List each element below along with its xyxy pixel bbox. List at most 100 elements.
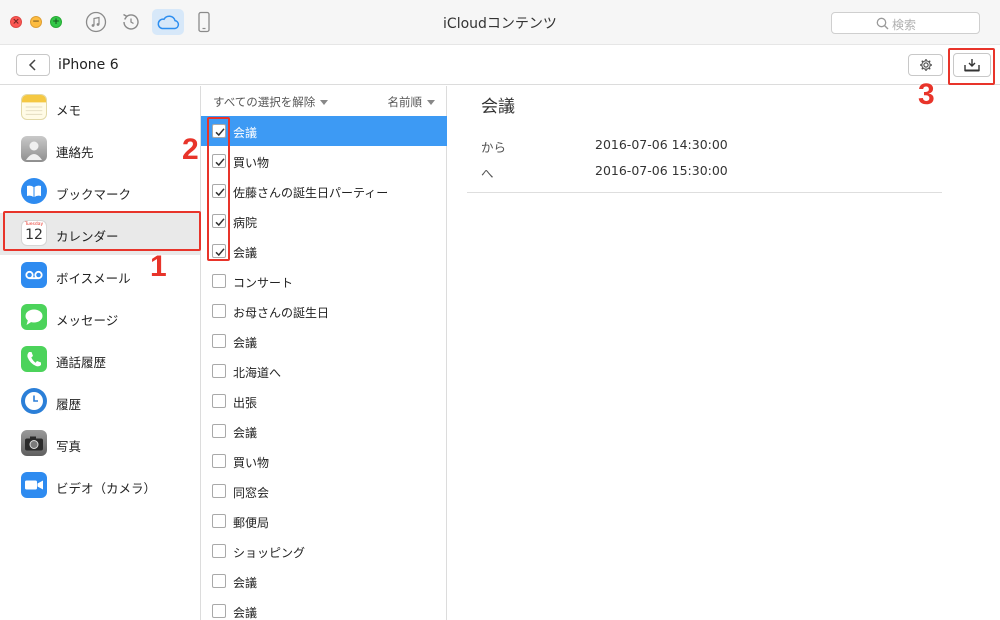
contacts-icon — [21, 136, 47, 162]
sidebar-item-photos[interactable]: 写真 — [0, 423, 200, 465]
sidebar-item-label: メモ — [56, 103, 82, 118]
video-camera-icon — [21, 472, 47, 498]
gear-icon — [919, 59, 932, 71]
list-item[interactable]: 佐藤さんの誕生日パーティー — [201, 176, 447, 206]
list-item[interactable]: 病院 — [201, 206, 447, 236]
event-checkbox[interactable] — [212, 514, 226, 528]
list-item[interactable]: 会議 — [201, 566, 447, 596]
list-item[interactable]: 会議 — [201, 236, 447, 266]
sidebar-item-label: 履歴 — [56, 397, 82, 412]
event-title: 会議 — [233, 576, 258, 590]
list-item[interactable]: 買い物 — [201, 146, 447, 176]
event-checkbox[interactable] — [212, 274, 226, 288]
list-item[interactable]: 会議 — [201, 416, 447, 446]
event-checkbox[interactable] — [212, 574, 226, 588]
list-header: すべての選択を解除 名前順 — [201, 86, 447, 116]
sort-label: 名前順 — [387, 95, 423, 109]
deselect-all-dropdown[interactable]: すべての選択を解除 — [213, 94, 329, 110]
from-value: 2016-07-06 14:30:00 — [595, 137, 728, 152]
toolbar: iPhone 6 — [0, 44, 1000, 85]
event-list-pane: すべての選択を解除 名前順 会議 買い物 佐藤さんの誕生日パーティー 病院 会議 コンサー… — [201, 86, 447, 620]
list-item[interactable]: 会議 — [201, 116, 447, 146]
search-input[interactable]: 検索 — [831, 12, 980, 34]
event-checkbox[interactable] — [212, 424, 226, 438]
event-title: 会議 — [233, 426, 258, 440]
event-title: 買い物 — [233, 156, 270, 170]
sort-dropdown[interactable]: 名前順 — [387, 94, 435, 110]
to-value: 2016-07-06 15:30:00 — [595, 163, 728, 178]
list-item[interactable]: お母さんの誕生日 — [201, 296, 447, 326]
notes-icon — [21, 94, 47, 120]
sidebar-item-label: 連絡先 — [56, 145, 94, 160]
to-label: へ — [481, 166, 494, 181]
list-item[interactable]: 買い物 — [201, 446, 447, 476]
chevron-down-icon — [320, 100, 329, 105]
sidebar-item-label: メッセージ — [56, 313, 119, 328]
chevron-down-icon — [427, 100, 435, 105]
sidebar-item-contacts[interactable]: 連絡先 — [0, 129, 200, 171]
event-checkbox[interactable] — [212, 304, 226, 318]
event-checkbox[interactable] — [212, 454, 226, 468]
event-checkbox[interactable] — [212, 394, 226, 408]
deselect-all-label: すべての選択を解除 — [213, 95, 316, 109]
sidebar-item-messages[interactable]: メッセージ — [0, 297, 200, 339]
search-placeholder: 検索 — [892, 18, 917, 32]
event-checkbox[interactable] — [212, 364, 226, 378]
event-checkbox[interactable] — [212, 484, 226, 498]
event-title: 会議 — [233, 126, 258, 140]
sidebar-item-label: ブックマーク — [56, 187, 132, 202]
event-title: 出張 — [233, 396, 258, 410]
event-detail-pane: 会議 から 2016-07-06 14:30:00 へ 2016-07-06 1… — [447, 86, 1000, 620]
annotation-box-export — [948, 48, 995, 85]
list-item[interactable]: 北海道へ — [201, 356, 447, 386]
event-checkbox[interactable] — [212, 334, 226, 348]
event-title: 会議 — [233, 336, 258, 350]
search-icon — [876, 17, 889, 30]
sidebar-item-label: ビデオ（カメラ） — [56, 481, 157, 496]
annotation-step-3: 3 — [918, 78, 935, 111]
sidebar-item-label: 写真 — [56, 439, 82, 454]
sidebar-item-label: 通話履歴 — [56, 355, 107, 370]
sidebar-item-notes[interactable]: メモ — [0, 87, 200, 129]
event-title: コンサート — [233, 276, 294, 290]
camera-icon — [21, 430, 47, 456]
list-item[interactable]: 会議 — [201, 596, 447, 620]
sidebar-item-call-history[interactable]: 通話履歴 — [0, 339, 200, 381]
sidebar-item-history[interactable]: 履歴 — [0, 381, 200, 423]
annotation-box-calendar — [3, 211, 201, 251]
back-button[interactable] — [16, 54, 50, 76]
event-checkbox[interactable] — [212, 604, 226, 618]
event-title: 佐藤さんの誕生日パーティー — [233, 186, 389, 200]
event-title: 会議 — [233, 606, 258, 620]
voicemail-icon — [21, 262, 47, 288]
event-title: お母さんの誕生日 — [233, 306, 330, 320]
from-label: から — [481, 140, 507, 155]
event-title: ショッピング — [233, 546, 306, 560]
event-title: 病院 — [233, 216, 258, 230]
event-title: 会議 — [481, 97, 515, 117]
bookmarks-icon — [21, 178, 47, 204]
history-clock-icon — [21, 388, 47, 414]
list-item[interactable]: コンサート — [201, 266, 447, 296]
phone-icon — [21, 346, 47, 372]
sidebar-item-video[interactable]: ビデオ（カメラ） — [0, 465, 200, 507]
divider — [467, 192, 942, 193]
list-item[interactable]: 会議 — [201, 326, 447, 356]
settings-button[interactable] — [908, 54, 943, 76]
sidebar-item-bookmarks[interactable]: ブックマーク — [0, 171, 200, 213]
list-item[interactable]: 出張 — [201, 386, 447, 416]
event-checkbox[interactable] — [212, 544, 226, 558]
event-title: 北海道へ — [233, 366, 282, 380]
list-item[interactable]: 同窓会 — [201, 476, 447, 506]
event-title: 同窓会 — [233, 486, 270, 500]
device-name: iPhone 6 — [58, 57, 119, 73]
title-bar: × − + iCloudコンテンツ 検索 — [0, 0, 1000, 44]
list-item[interactable]: 郵便局 — [201, 506, 447, 536]
list-item[interactable]: ショッピング — [201, 536, 447, 566]
sidebar-item-voicemail[interactable]: ボイスメール — [0, 255, 200, 297]
chevron-left-icon — [28, 59, 36, 71]
event-title: 会議 — [233, 246, 258, 260]
annotation-step-1: 1 — [150, 250, 167, 283]
annotation-box-checkboxes — [207, 117, 230, 261]
event-title: 買い物 — [233, 456, 270, 470]
